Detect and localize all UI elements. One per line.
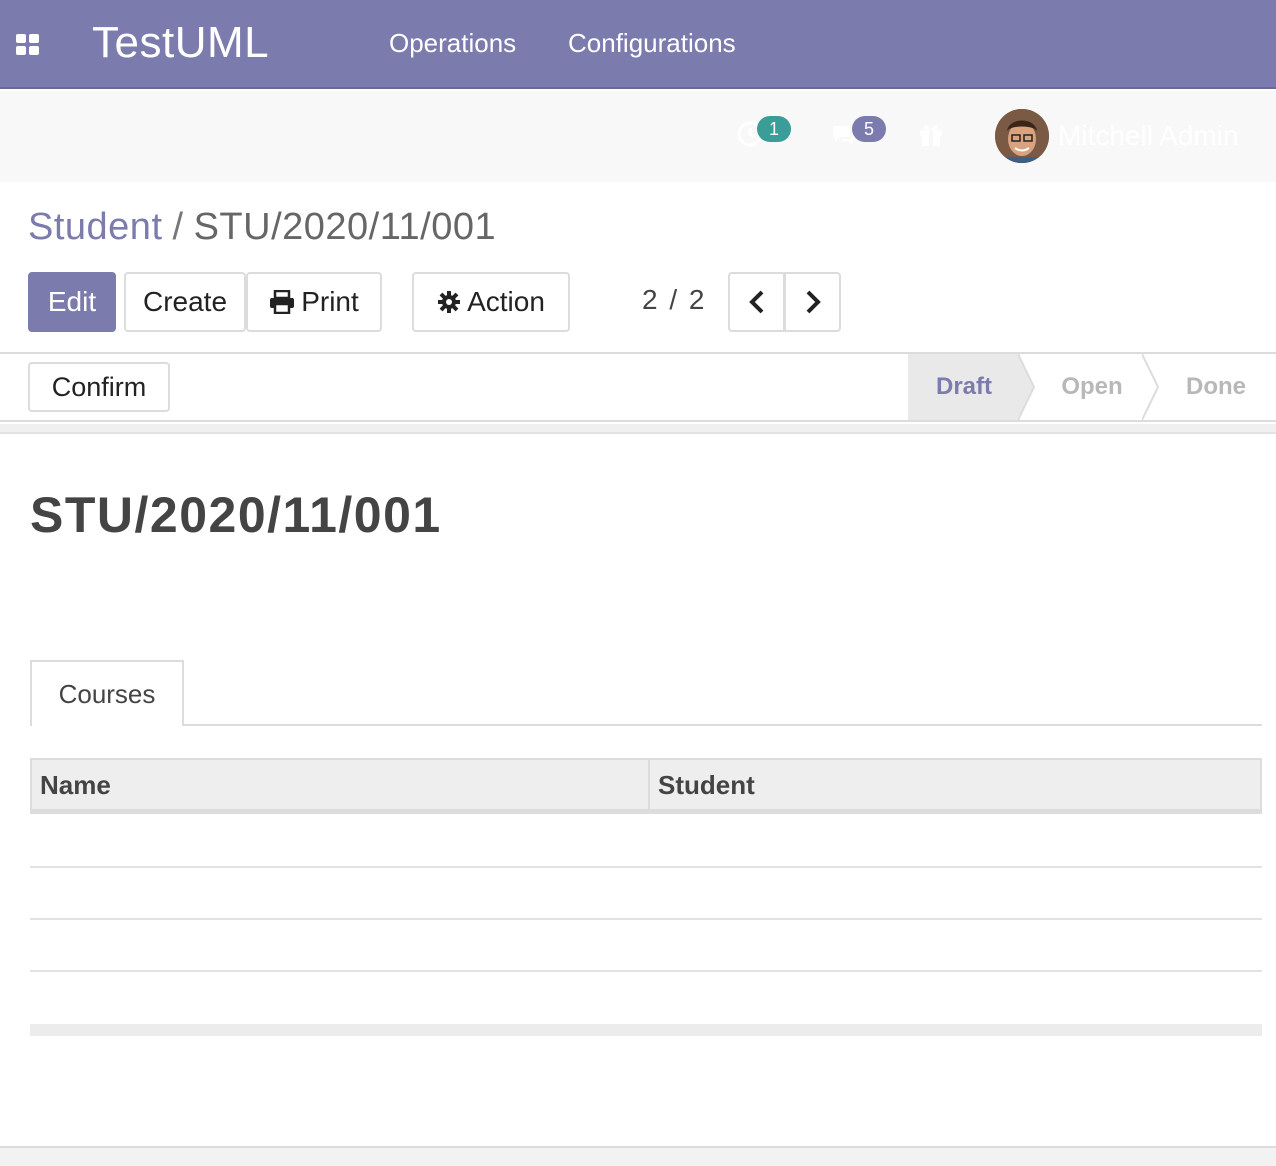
gear-icon	[438, 291, 461, 313]
app-brand[interactable]: TestUML	[92, 18, 269, 68]
stage-open[interactable]: Open	[1036, 354, 1148, 420]
breadcrumb: Student / STU/2020/11/001	[28, 206, 496, 249]
chevron-right-icon	[806, 290, 821, 314]
table-row	[30, 920, 1262, 972]
pager-previous-button[interactable]	[728, 272, 785, 332]
print-button[interactable]: Print	[246, 272, 382, 332]
user-name[interactable]: Mitchell Admin	[1058, 120, 1239, 152]
confirm-button[interactable]: Confirm	[28, 362, 170, 412]
user-avatar[interactable]	[995, 109, 1049, 163]
courses-table-header: Name Student	[30, 758, 1262, 814]
tab-underline	[182, 724, 1262, 726]
column-header-name[interactable]: Name	[32, 760, 648, 810]
column-header-student[interactable]: Student	[648, 760, 1260, 810]
apps-menu-icon[interactable]	[16, 34, 40, 56]
message-count-badge: 5	[852, 116, 886, 142]
action-button[interactable]: Action	[412, 272, 570, 332]
stage-arrow	[1142, 354, 1160, 420]
statusbar-divider	[0, 424, 1276, 434]
breadcrumb-current: STU/2020/11/001	[193, 206, 497, 248]
print-button-label: Print	[301, 286, 359, 317]
record-title: STU/2020/11/001	[30, 487, 442, 543]
action-button-label: Action	[467, 286, 545, 317]
sheet-bottom-border	[0, 1146, 1276, 1166]
printer-icon	[270, 290, 295, 314]
stage-done[interactable]: Done	[1160, 354, 1272, 420]
chevron-left-icon	[748, 290, 763, 314]
pager-next-button[interactable]	[784, 272, 841, 332]
courses-table-footer	[30, 1024, 1262, 1036]
tab-courses[interactable]: Courses	[30, 660, 184, 726]
table-row	[30, 816, 1262, 868]
create-button[interactable]: Create	[124, 272, 246, 332]
pager-value[interactable]: 2 / 2	[642, 284, 706, 316]
gift-icon[interactable]	[917, 120, 945, 148]
breadcrumb-parent-link[interactable]: Student	[28, 206, 163, 248]
breadcrumb-separator: /	[172, 206, 184, 248]
edit-button[interactable]: Edit	[28, 272, 116, 332]
table-row	[30, 868, 1262, 920]
stage-arrow	[1018, 354, 1036, 420]
menu-configurations[interactable]: Configurations	[568, 28, 736, 59]
stage-draft[interactable]: Draft	[908, 354, 1020, 420]
menu-operations[interactable]: Operations	[389, 28, 516, 59]
top-navbar: TestUML Operations Configurations	[0, 0, 1276, 89]
table-row	[30, 972, 1262, 1024]
activity-count-badge: 1	[757, 116, 791, 142]
